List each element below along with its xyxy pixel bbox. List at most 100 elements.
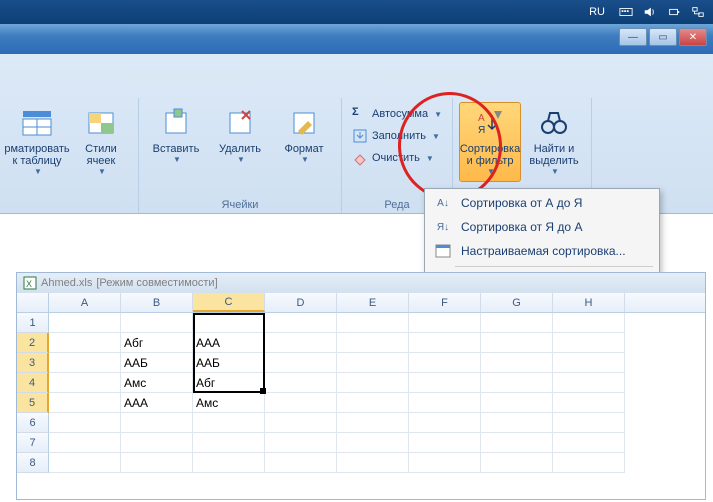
cell[interactable] [553,333,625,353]
cell[interactable] [409,353,481,373]
volume-icon[interactable] [643,5,657,19]
cell[interactable]: Абг [193,373,265,393]
cell[interactable] [481,413,553,433]
select-all-corner[interactable] [17,293,49,312]
insert-button[interactable]: Вставить ▼ [145,102,207,182]
minimize-button[interactable]: — [619,28,647,46]
cell[interactable] [553,433,625,453]
workbook-titlebar[interactable]: X Ahmed.xls [Режим совместимости] [17,273,705,293]
menu-custom-sort[interactable]: Настраиваемая сортировка... [427,239,657,263]
cell[interactable] [337,353,409,373]
row-header[interactable]: 7 [17,433,49,453]
cell[interactable] [49,313,121,333]
close-button[interactable]: ✕ [679,28,707,46]
cell[interactable] [337,393,409,413]
col-header[interactable]: E [337,293,409,312]
cell[interactable]: ААБ [193,353,265,373]
row-header[interactable]: 4 [17,373,49,393]
col-header[interactable]: B [121,293,193,312]
col-header[interactable]: G [481,293,553,312]
cell[interactable] [337,333,409,353]
cell[interactable] [265,433,337,453]
cell[interactable] [193,413,265,433]
cell[interactable] [265,413,337,433]
cell[interactable] [409,313,481,333]
cell[interactable] [265,373,337,393]
row-header[interactable]: 5 [17,393,49,413]
col-header[interactable]: D [265,293,337,312]
autosum-button[interactable]: Σ Автосумма ▼ [348,104,446,124]
network-icon[interactable] [691,5,705,19]
cell[interactable] [265,333,337,353]
cell[interactable]: ААА [193,333,265,353]
clear-button[interactable]: Очистить ▼ [348,148,446,168]
cell[interactable] [337,453,409,473]
cell[interactable] [265,313,337,333]
language-indicator[interactable]: RU [585,4,609,20]
cell[interactable] [49,413,121,433]
delete-button[interactable]: Удалить ▼ [209,102,271,182]
cell-styles-button[interactable]: Стили ячеек ▼ [70,102,132,182]
cell[interactable] [193,453,265,473]
cell[interactable] [481,353,553,373]
cell[interactable]: ААА [121,393,193,413]
cell[interactable] [49,393,121,413]
cell[interactable] [409,393,481,413]
col-header[interactable]: A [49,293,121,312]
cell[interactable] [49,433,121,453]
cell[interactable] [553,353,625,373]
row-header[interactable]: 2 [17,333,49,353]
cell[interactable] [265,393,337,413]
cell[interactable] [481,333,553,353]
maximize-button[interactable]: ▭ [649,28,677,46]
cell[interactable] [121,413,193,433]
cell[interactable] [481,393,553,413]
cell[interactable] [553,453,625,473]
cell[interactable] [409,333,481,353]
format-as-table-button[interactable]: рматировать к таблицу ▼ [6,102,68,182]
cell[interactable] [265,353,337,373]
row-header[interactable]: 6 [17,413,49,433]
cell[interactable] [121,433,193,453]
cell[interactable] [553,413,625,433]
cell[interactable] [49,373,121,393]
cell[interactable] [337,413,409,433]
cell[interactable] [409,433,481,453]
cell[interactable]: Абг [121,333,193,353]
cell[interactable] [481,373,553,393]
col-header[interactable]: C [193,293,265,312]
row-header[interactable]: 8 [17,453,49,473]
cell[interactable] [337,373,409,393]
fill-button[interactable]: Заполнить ▼ [348,126,446,146]
menu-sort-za[interactable]: Я↓ Сортировка от Я до А [427,215,657,239]
cell[interactable] [121,453,193,473]
cell[interactable] [49,453,121,473]
keyboard-icon[interactable] [619,5,633,19]
menu-sort-az[interactable]: А↓ Сортировка от А до Я [427,191,657,215]
cell[interactable] [409,453,481,473]
cell[interactable] [553,373,625,393]
cell[interactable]: Амс [121,373,193,393]
cell[interactable] [265,453,337,473]
power-icon[interactable] [667,5,681,19]
col-header[interactable]: H [553,293,625,312]
find-select-button[interactable]: Найти и выделить ▼ [523,102,585,182]
row-header[interactable]: 1 [17,313,49,333]
sort-filter-button[interactable]: АЯ Сортировка и фильтр ▼ [459,102,521,182]
cell[interactable] [193,433,265,453]
col-header[interactable]: F [409,293,481,312]
cell[interactable] [337,313,409,333]
cell[interactable] [193,313,265,333]
cell[interactable] [409,373,481,393]
cell[interactable] [553,313,625,333]
cell[interactable] [337,433,409,453]
cell[interactable] [409,413,481,433]
cell[interactable] [481,433,553,453]
cell[interactable] [553,393,625,413]
cell[interactable]: ААБ [121,353,193,373]
cell[interactable] [49,333,121,353]
cell[interactable] [121,313,193,333]
row-header[interactable]: 3 [17,353,49,373]
cell[interactable]: Амс [193,393,265,413]
cell[interactable] [481,453,553,473]
